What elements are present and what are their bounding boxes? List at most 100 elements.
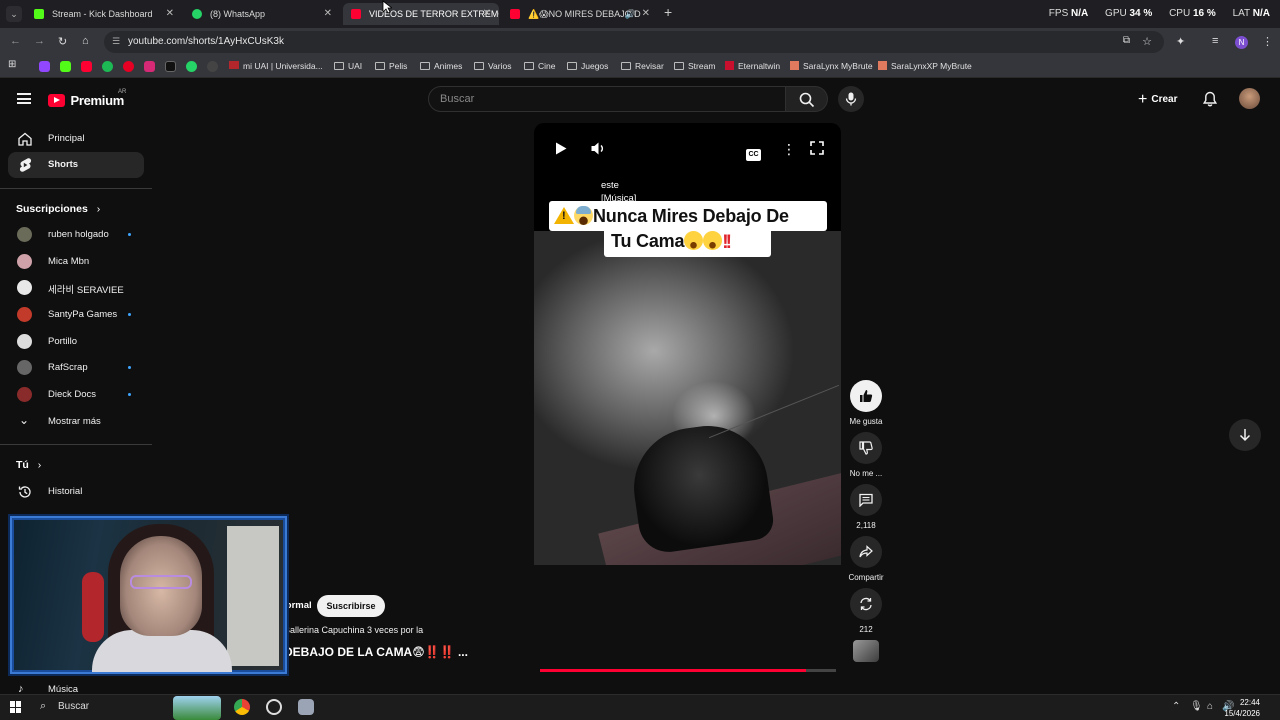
- search-button[interactable]: [786, 86, 828, 112]
- obs-taskbar-icon[interactable]: [266, 699, 282, 715]
- twitch-bookmark-icon[interactable]: [39, 61, 50, 72]
- notifications-button[interactable]: [1202, 91, 1218, 112]
- more-menu-icon[interactable]: ⋮: [1262, 35, 1273, 48]
- media-control-icon[interactable]: ≡: [1212, 35, 1218, 47]
- video-progress-bar[interactable]: [540, 669, 836, 672]
- tiktok-bookmark-icon[interactable]: [165, 61, 176, 72]
- play-button[interactable]: [554, 141, 568, 159]
- close-icon[interactable]: ✕: [483, 3, 491, 25]
- back-icon[interactable]: ←: [10, 35, 21, 47]
- install-app-icon[interactable]: ⧉: [1123, 35, 1130, 46]
- extensions-icon[interactable]: ✦: [1176, 35, 1185, 48]
- browser-tab-kick[interactable]: Stream - Kick Dashboard ✕: [26, 3, 182, 25]
- bookmark-folder-pelis[interactable]: Pelis: [375, 61, 407, 71]
- sidebar-item-label: Principal: [48, 133, 85, 144]
- short-video-player[interactable]: CC ⋮ este [Música] Nunca Mires Debajo De…: [534, 123, 841, 565]
- close-icon[interactable]: ✕: [324, 3, 332, 25]
- microphone-tray-icon[interactable]: 🎙: [1190, 701, 1203, 712]
- tab-label: ⚠️😱NO MIRES DEBAJO D: [528, 9, 641, 19]
- sidebar-item-subscription[interactable]: SantyPa Games: [8, 302, 144, 328]
- home-icon[interactable]: ⌂: [82, 35, 89, 47]
- menu-icon[interactable]: [17, 93, 31, 104]
- you-heading[interactable]: Tú ›: [16, 459, 41, 471]
- bookmarks-bar: ⊞ mi UAI | Universida... UAI Pelis Anime…: [0, 56, 1280, 78]
- sidebar-item-shorts[interactable]: Shorts: [8, 152, 144, 178]
- bookmark-saralynxxp-mybrute[interactable]: SaraLynxXP MyBrute: [878, 61, 972, 71]
- taskbar-search[interactable]: Buscar: [58, 701, 89, 712]
- whatsapp-bookmark-icon[interactable]: [186, 61, 197, 72]
- address-bar[interactable]: ☰ youtube.com/shorts/1AyHxCUsK3k ☆ ⧉: [104, 31, 1164, 53]
- bookmark-folder-cine[interactable]: Cine: [524, 61, 555, 71]
- short-title[interactable]: DEBAJO DE LA CAMA😨‼️‼️ ...: [284, 645, 468, 659]
- chrome-taskbar-icon[interactable]: [234, 699, 250, 715]
- tray-chevron-icon[interactable]: ⌃: [1172, 701, 1180, 712]
- spotify-bookmark-icon[interactable]: [102, 61, 113, 72]
- comments-button[interactable]: 2,118: [850, 484, 882, 530]
- youtube-bookmark-icon[interactable]: [81, 61, 92, 72]
- arrow-down-icon: [1239, 429, 1251, 442]
- browser-tab-videos-terror[interactable]: VIDEOS DE TERROR EXTREMO ✕: [343, 3, 499, 25]
- sidebar-item-subscription[interactable]: Portillo: [8, 329, 144, 355]
- bookmark-star-icon[interactable]: ☆: [1142, 35, 1152, 48]
- bookmark-folder-uai[interactable]: UAI: [334, 61, 362, 71]
- more-options-button[interactable]: ⋮: [782, 141, 796, 158]
- fullscreen-button[interactable]: [810, 141, 824, 158]
- close-icon[interactable]: ✕: [166, 3, 174, 25]
- sidebar-item-subscription[interactable]: RafScrap: [8, 355, 144, 381]
- remix-button[interactable]: 212: [850, 588, 882, 634]
- network-icon[interactable]: ⌂: [1207, 701, 1213, 712]
- sidebar-item-subscription[interactable]: ruben holgado: [8, 222, 144, 248]
- voice-search-button[interactable]: [838, 86, 864, 112]
- share-button[interactable]: Compartir: [848, 536, 884, 582]
- profile-avatar-icon[interactable]: N: [1235, 36, 1248, 49]
- fps-label: FPS: [1048, 8, 1069, 19]
- sidebar-item-subscription[interactable]: Dieck Docs: [8, 382, 144, 408]
- tab-search-button[interactable]: ⌄: [6, 6, 22, 22]
- captions-button[interactable]: CC: [746, 143, 761, 161]
- app-taskbar-icon[interactable]: [298, 699, 314, 715]
- pinterest-bookmark-icon[interactable]: [123, 61, 134, 72]
- sidebar-item-subscription[interactable]: 세라비 SERAVIEE: [8, 275, 144, 301]
- next-short-button[interactable]: [1229, 419, 1261, 451]
- dislike-button[interactable]: No me ...: [850, 432, 882, 478]
- like-button[interactable]: Me gusta: [850, 380, 882, 426]
- sidebar-item-history[interactable]: Historial: [8, 479, 144, 505]
- subscriptions-heading[interactable]: Suscripciones ›: [16, 203, 100, 215]
- folder-icon: [474, 62, 484, 70]
- kick-bookmark-icon[interactable]: [60, 61, 71, 72]
- bookmark-folder-animes[interactable]: Animes: [420, 61, 462, 71]
- system-clock[interactable]: 22:44 15/4/2026: [1224, 697, 1260, 719]
- bookmark-folder-juegos[interactable]: Juegos: [567, 61, 608, 71]
- github-bookmark-icon[interactable]: [207, 61, 218, 72]
- audio-track-thumbnail[interactable]: [853, 640, 879, 662]
- browser-tab-no-mires[interactable]: ⚠️😱NO MIRES DEBAJO D 🔊 ✕: [502, 3, 658, 25]
- apps-grid-icon[interactable]: ⊞: [8, 59, 16, 70]
- bookmark-folder-stream[interactable]: Stream: [674, 61, 715, 71]
- browser-tab-whatsapp[interactable]: (8) WhatsApp ✕: [184, 3, 340, 25]
- sidebar-item-subscription[interactable]: Mica Mbn: [8, 249, 144, 275]
- bookmark-mi-uai[interactable]: mi UAI | Universida...: [229, 61, 323, 71]
- forward-icon[interactable]: →: [34, 35, 45, 47]
- bookmark-label: mi UAI | Universida...: [243, 61, 323, 71]
- history-icon: [18, 486, 31, 498]
- youtube-premium-logo[interactable]: Premium AR: [48, 89, 126, 110]
- weather-widget-icon[interactable]: [173, 696, 221, 720]
- reload-icon[interactable]: ↻: [58, 35, 67, 48]
- speaker-icon[interactable]: 🔊: [625, 3, 636, 25]
- instagram-bookmark-icon[interactable]: [144, 61, 155, 72]
- close-icon[interactable]: ✕: [642, 3, 650, 25]
- create-button[interactable]: + Crear: [1138, 91, 1177, 109]
- windows-start-icon[interactable]: [10, 701, 22, 713]
- account-avatar[interactable]: [1239, 88, 1260, 109]
- bookmark-eternaltwin[interactable]: Eternaltwin: [725, 61, 780, 71]
- sidebar-item-principal[interactable]: Principal: [8, 126, 144, 152]
- subscribe-button[interactable]: Suscribirse: [317, 595, 385, 617]
- new-tab-button[interactable]: +: [664, 4, 672, 20]
- bookmark-folder-varios[interactable]: Varios: [474, 61, 511, 71]
- bookmark-saralynx-mybrute[interactable]: SaraLynx MyBrute: [790, 61, 873, 71]
- bookmark-folder-revisar[interactable]: Revisar: [621, 61, 664, 71]
- volume-button[interactable]: [590, 141, 607, 159]
- search-input[interactable]: Buscar: [428, 86, 786, 112]
- sidebar-item-show-more[interactable]: ⌄ Mostrar más: [8, 409, 144, 435]
- site-info-icon[interactable]: ☰: [112, 36, 120, 47]
